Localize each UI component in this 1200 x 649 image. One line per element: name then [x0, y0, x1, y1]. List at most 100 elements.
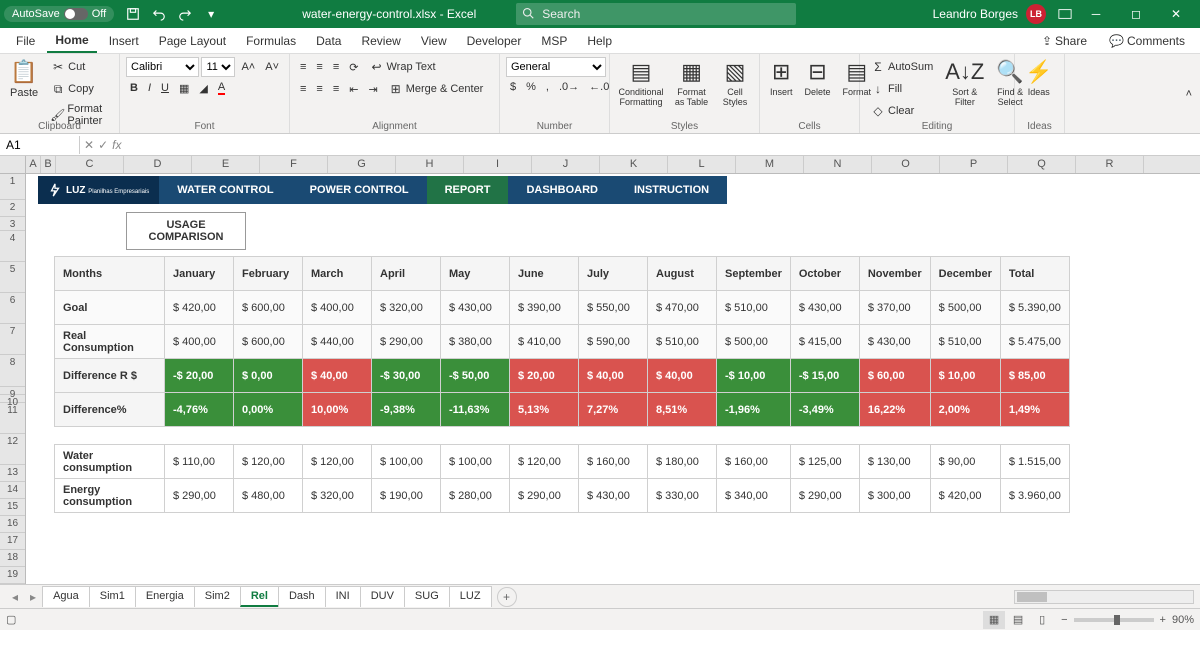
comments-button[interactable]: 💬Comments [1102, 31, 1192, 51]
formula-input[interactable] [125, 136, 1200, 154]
sheet-nav-prev-icon[interactable]: ◂ [6, 590, 24, 604]
table-cell[interactable]: $ 290,00 [790, 479, 859, 513]
table-cell[interactable]: $ 600,00 [234, 291, 303, 325]
table-cell[interactable]: $ 430,00 [579, 479, 648, 513]
currency-icon[interactable]: $ [506, 79, 520, 95]
table-cell[interactable]: $ 1.515,00 [1000, 445, 1069, 479]
table-cell[interactable]: $ 500,00 [717, 325, 791, 359]
copy-button[interactable]: ⧉Copy [46, 79, 113, 99]
cut-button[interactable]: ✂Cut [46, 57, 113, 77]
table-cell[interactable]: $ 480,00 [234, 479, 303, 513]
add-sheet-button[interactable]: + [497, 587, 517, 607]
table-cell[interactable]: 10,00% [303, 393, 372, 427]
table-cell[interactable]: -$ 30,00 [372, 359, 441, 393]
save-icon[interactable] [122, 3, 144, 25]
table-cell[interactable]: $ 390,00 [510, 291, 579, 325]
font-size-select[interactable]: 11 [201, 57, 235, 77]
table-cell[interactable]: $ 40,00 [579, 359, 648, 393]
row-header[interactable]: 18 [0, 550, 25, 567]
page-layout-view-icon[interactable]: ▤ [1007, 611, 1029, 629]
col-header[interactable]: N [804, 156, 872, 173]
border-button[interactable]: ▦ [175, 80, 193, 97]
table-cell[interactable]: $ 160,00 [579, 445, 648, 479]
table-cell[interactable]: $ 90,00 [930, 445, 1000, 479]
table-cell[interactable]: $ 510,00 [717, 291, 791, 325]
orientation-icon[interactable]: ⟳ [345, 59, 362, 76]
table-cell[interactable]: $ 290,00 [165, 479, 234, 513]
table-cell[interactable]: $ 290,00 [510, 479, 579, 513]
tab-page-layout[interactable]: Page Layout [151, 30, 234, 52]
minimize-button[interactable]: ─ [1076, 0, 1116, 28]
sheet-nav-next-icon[interactable]: ▸ [24, 590, 42, 604]
qat-dropdown-icon[interactable]: ▾ [200, 3, 222, 25]
row-header[interactable]: 3 [0, 217, 25, 231]
table-cell[interactable]: -$ 10,00 [717, 359, 791, 393]
table-cell[interactable]: -9,38% [372, 393, 441, 427]
nav-water-control[interactable]: WATER CONTROL [159, 176, 291, 204]
table-cell[interactable]: $ 430,00 [790, 291, 859, 325]
fill-button[interactable]: ↓Fill [866, 79, 937, 99]
tab-msp[interactable]: MSP [533, 30, 575, 52]
align-middle-icon[interactable]: ≡ [312, 59, 326, 75]
table-cell[interactable]: $ 380,00 [441, 325, 510, 359]
table-cell[interactable]: $ 120,00 [303, 445, 372, 479]
sheet-tab-energia[interactable]: Energia [135, 586, 195, 607]
autosum-button[interactable]: ΣAutoSum [866, 57, 937, 77]
share-button[interactable]: ⇪Share [1035, 31, 1094, 51]
undo-icon[interactable] [148, 3, 170, 25]
row-header[interactable]: 15 [0, 499, 25, 516]
table-cell[interactable]: $ 600,00 [234, 325, 303, 359]
col-header[interactable]: A [26, 156, 41, 173]
percent-icon[interactable]: % [522, 79, 540, 95]
clear-button[interactable]: ◇Clear [866, 101, 937, 121]
table-cell[interactable]: $ 300,00 [859, 479, 930, 513]
col-header[interactable]: I [464, 156, 532, 173]
sheet-tab-sim1[interactable]: Sim1 [89, 586, 136, 607]
user-avatar[interactable]: LB [1026, 4, 1046, 24]
decrease-indent-icon[interactable]: ⇤ [345, 81, 362, 98]
table-cell[interactable]: 0,00% [234, 393, 303, 427]
nav-report[interactable]: REPORT [427, 176, 509, 204]
tab-help[interactable]: Help [579, 30, 620, 52]
zoom-out-icon[interactable]: − [1061, 614, 1067, 626]
row-header[interactable]: 5 [0, 262, 25, 293]
row-header[interactable]: 8 [0, 355, 25, 386]
ribbon-display-icon[interactable] [1054, 3, 1076, 25]
row-header[interactable]: 9 [0, 387, 25, 395]
col-header[interactable]: G [328, 156, 396, 173]
align-left-icon[interactable]: ≡ [296, 81, 310, 97]
align-top-icon[interactable]: ≡ [296, 59, 310, 75]
table-cell[interactable]: $ 40,00 [648, 359, 717, 393]
enter-formula-icon[interactable]: ✓ [98, 138, 108, 152]
table-cell[interactable]: $ 510,00 [930, 325, 1000, 359]
table-cell[interactable]: 1,49% [1000, 393, 1069, 427]
table-cell[interactable]: $ 370,00 [859, 291, 930, 325]
row-header[interactable]: 19 [0, 567, 25, 584]
sheet-tab-sim2[interactable]: Sim2 [194, 586, 241, 607]
tab-file[interactable]: File [8, 30, 43, 52]
row-header[interactable]: 12 [0, 434, 25, 465]
table-cell[interactable]: -11,63% [441, 393, 510, 427]
col-header[interactable]: K [600, 156, 668, 173]
col-header[interactable]: H [396, 156, 464, 173]
zoom-slider[interactable] [1074, 618, 1154, 622]
col-header[interactable]: P [940, 156, 1008, 173]
decrease-font-icon[interactable]: A˅ [261, 59, 283, 75]
table-cell[interactable]: $ 85,00 [1000, 359, 1069, 393]
table-cell[interactable]: -4,76% [165, 393, 234, 427]
maximize-button[interactable]: ◻ [1116, 0, 1156, 28]
worksheet-area[interactable]: LUZ Planilhas Empresariais WATER CONTROL… [26, 174, 1200, 584]
table-cell[interactable]: $ 120,00 [510, 445, 579, 479]
table-cell[interactable]: $ 160,00 [717, 445, 791, 479]
page-break-view-icon[interactable]: ▯ [1031, 611, 1053, 629]
col-header[interactable]: B [41, 156, 56, 173]
align-right-icon[interactable]: ≡ [329, 81, 343, 97]
table-cell[interactable]: $ 420,00 [165, 291, 234, 325]
table-cell[interactable]: 2,00% [930, 393, 1000, 427]
sheet-tab-agua[interactable]: Agua [42, 586, 90, 607]
user-name[interactable]: Leandro Borges [933, 7, 1018, 21]
col-header[interactable]: J [532, 156, 600, 173]
align-center-icon[interactable]: ≡ [312, 81, 326, 97]
table-cell[interactable]: $ 410,00 [510, 325, 579, 359]
table-cell[interactable]: $ 400,00 [303, 291, 372, 325]
